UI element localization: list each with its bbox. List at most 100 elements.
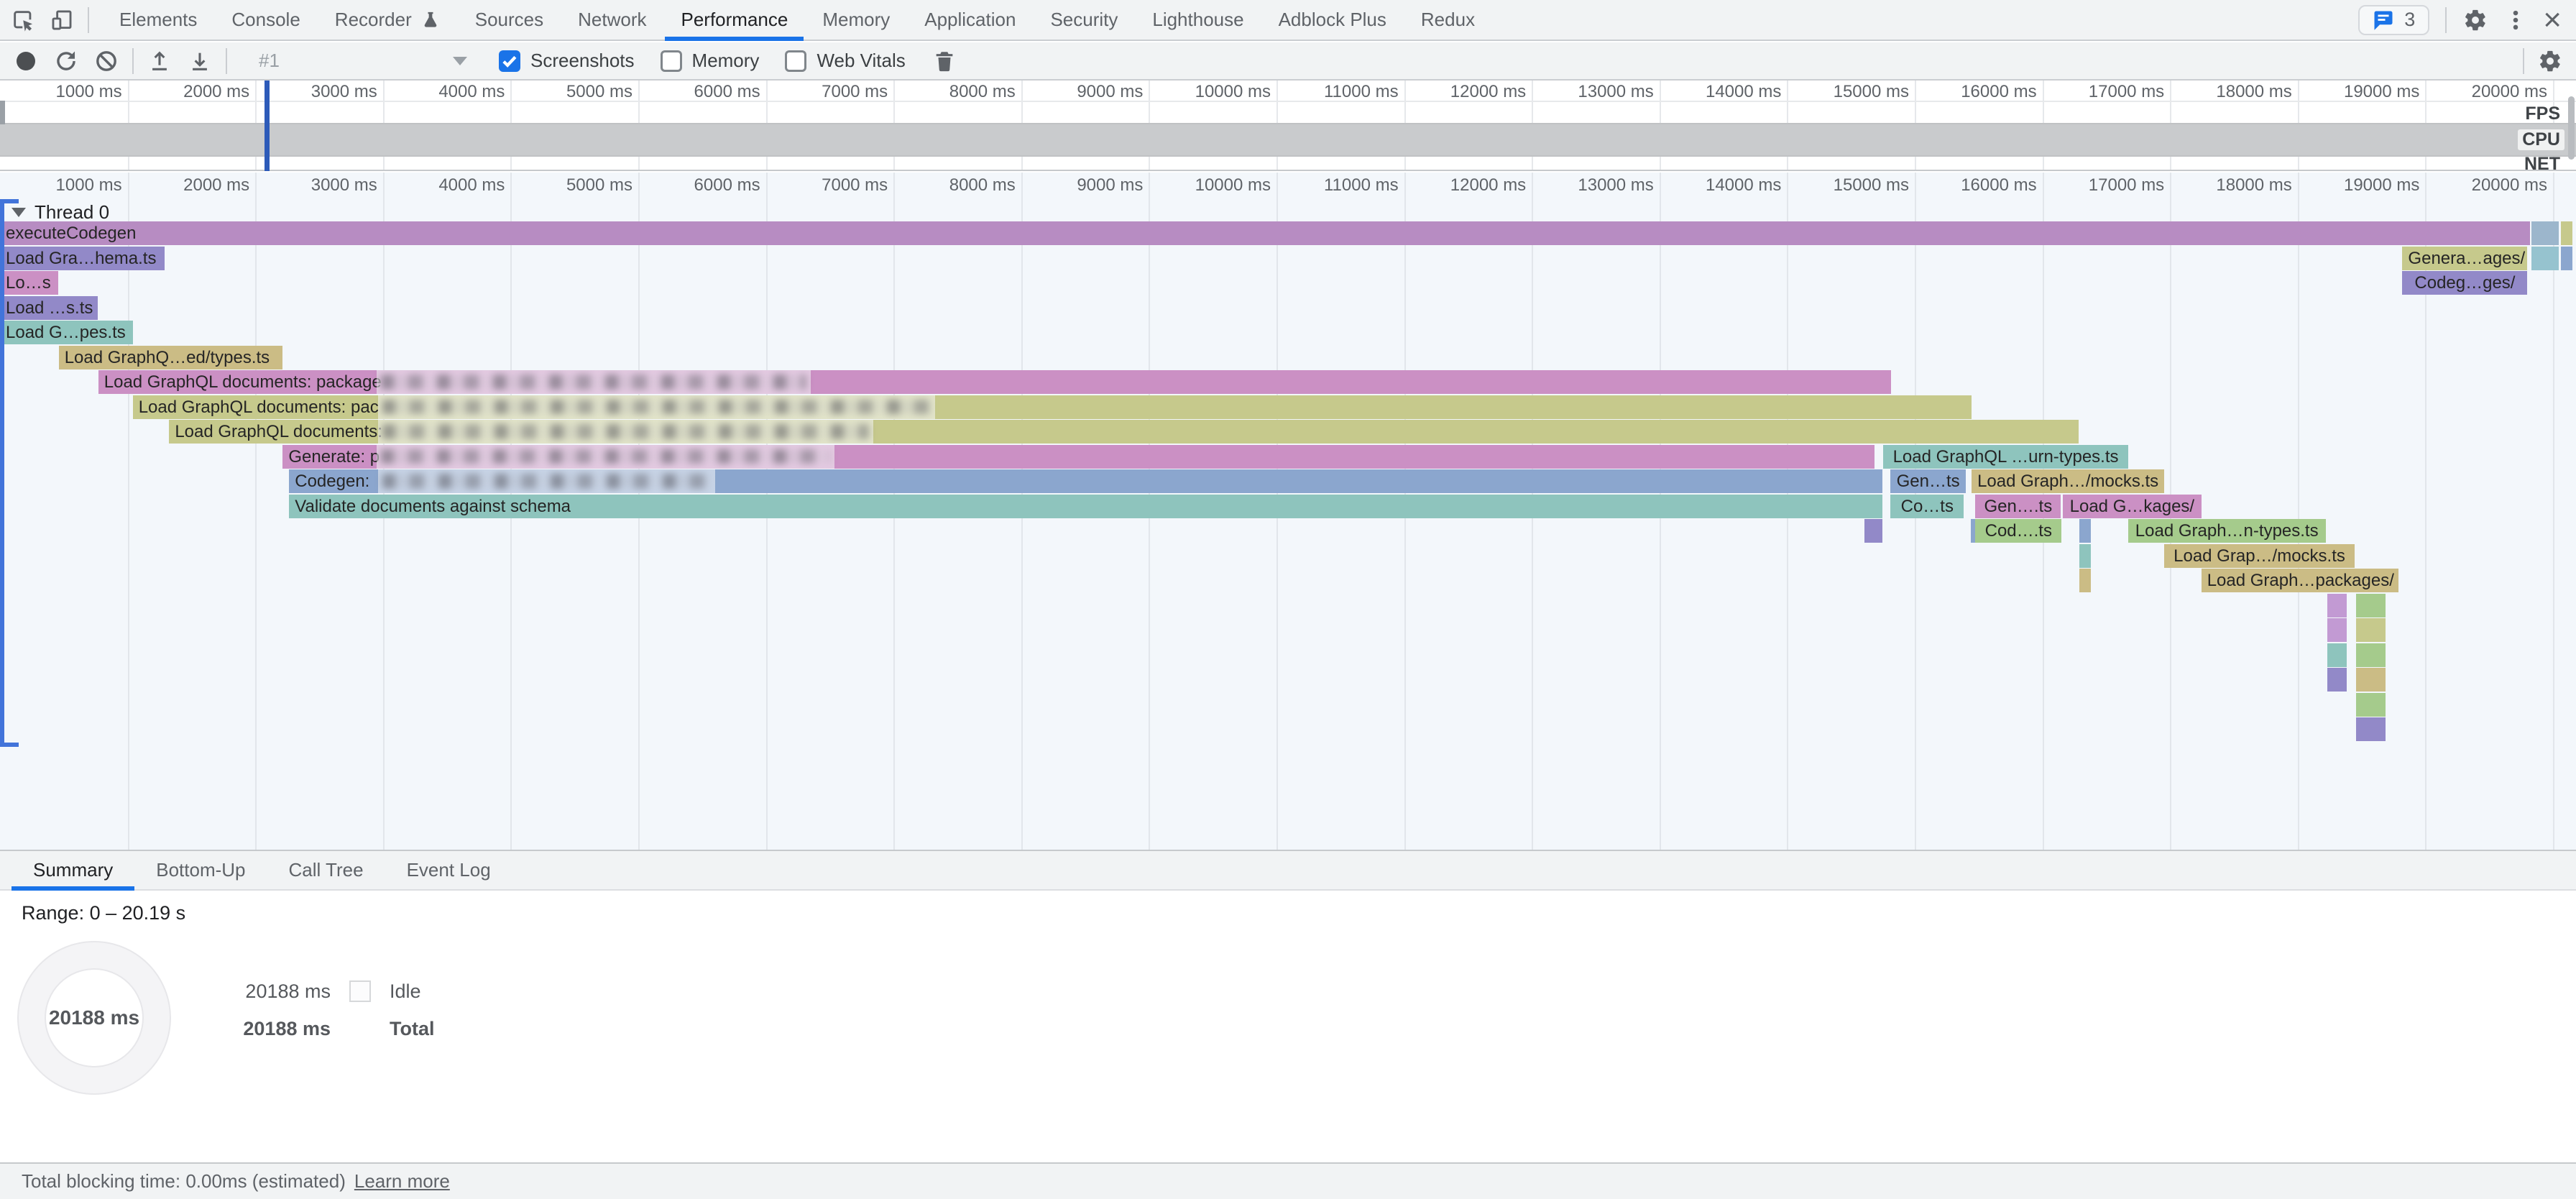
flame-bar[interactable]	[2327, 594, 2347, 617]
tab-application[interactable]: Application	[907, 0, 1033, 40]
flame-bar[interactable]	[2079, 569, 2091, 592]
load-profile-icon[interactable]	[147, 48, 172, 74]
flame-bar-load-grap-mocks-ts[interactable]: Load Grap…/mocks.ts	[2164, 544, 2355, 568]
flame-bar-load-graphql-documents-package[interactable]: Load GraphQL documents: package	[98, 370, 1891, 394]
total-label: Total	[390, 1018, 435, 1040]
toolbar-divider	[2523, 48, 2524, 74]
tab-label: Recorder	[335, 9, 412, 31]
flame-bar-validate-documents-against-schema[interactable]: Validate documents against schema	[289, 495, 1882, 518]
detail-tab-bottom-up[interactable]: Bottom-Up	[134, 851, 267, 889]
tab-redux[interactable]: Redux	[1404, 0, 1492, 40]
tab-label: Elements	[119, 9, 197, 31]
flame-bar-co-ts[interactable]: Co…ts	[1890, 495, 1964, 518]
devtools-window: Elements Console Recorder Sources Network Per…	[0, 0, 2576, 1199]
reload-and-record-icon[interactable]	[53, 48, 79, 74]
overview-scrollbar-thumb[interactable]	[2568, 96, 2575, 160]
device-toolbar-icon[interactable]	[49, 7, 75, 33]
close-devtools-icon[interactable]: ×	[2543, 7, 2562, 33]
inspect-element-icon[interactable]	[10, 7, 36, 33]
flame-bar-load-graphq-ed-types-ts[interactable]: Load GraphQ…ed/types.ts	[59, 346, 282, 369]
flame-bar-load-graphql-documents-pac[interactable]: Load GraphQL documents: pac	[133, 395, 1972, 419]
timeline-overview[interactable]: 1000 ms2000 ms3000 ms4000 ms5000 ms6000 …	[0, 81, 2576, 173]
issues-button[interactable]: 3	[2358, 5, 2429, 35]
tab-label: Memory	[822, 9, 890, 31]
flame-bar-genera-ages[interactable]: Genera…ages/	[2402, 247, 2527, 270]
flame-bar[interactable]	[2079, 519, 2091, 543]
save-profile-icon[interactable]	[187, 48, 213, 74]
tab-memory[interactable]: Memory	[805, 0, 907, 40]
flame-bar[interactable]	[2079, 544, 2091, 568]
flame-bar[interactable]	[2531, 221, 2559, 245]
redacted-text	[378, 469, 715, 493]
detail-tab-summary[interactable]: Summary	[12, 851, 134, 889]
flame-bar[interactable]	[1864, 519, 1882, 543]
tab-recorder[interactable]: Recorder	[318, 0, 458, 40]
flame-bar[interactable]	[2356, 594, 2386, 617]
tab-security[interactable]: Security	[1033, 0, 1135, 40]
flame-bar-gen-ts[interactable]: Gen…ts	[1890, 469, 1966, 493]
screenshots-checkbox[interactable]	[499, 50, 520, 72]
overview-window-left-handle[interactable]	[0, 101, 5, 124]
flame-bar-load-g-pes-ts[interactable]: Load G…pes.ts	[0, 321, 133, 344]
status-bar: Total blocking time: 0.00ms (estimated) …	[0, 1162, 2576, 1199]
flame-bar[interactable]	[2356, 618, 2386, 642]
more-options-icon[interactable]	[2503, 7, 2529, 33]
flame-bar-load-graph-mocks-ts[interactable]: Load Graph…/mocks.ts	[1972, 469, 2164, 493]
summary-donut-chart: 20188 ms	[17, 941, 171, 1095]
tab-lighthouse[interactable]: Lighthouse	[1135, 0, 1261, 40]
web-vitals-checkbox[interactable]	[785, 50, 806, 72]
checkbox-web-vitals[interactable]: Web Vitals	[785, 50, 905, 72]
flame-bar[interactable]	[2531, 247, 2559, 270]
tab-sources[interactable]: Sources	[458, 0, 561, 40]
flame-bar[interactable]	[2327, 668, 2347, 692]
flame-bar-load-graphql-documents[interactable]: Load GraphQL documents:	[169, 420, 2079, 444]
flame-bar-load-graphql-urn-types-ts[interactable]: Load GraphQL …urn-types.ts	[1883, 445, 2129, 469]
checkbox-memory[interactable]: Memory	[661, 50, 760, 72]
learn-more-link[interactable]: Learn more	[354, 1170, 450, 1193]
memory-checkbox[interactable]	[661, 50, 682, 72]
idle-label: Idle	[390, 980, 421, 1003]
flame-bar-load-s-ts[interactable]: Load …s.ts	[0, 296, 98, 320]
flame-bar-load-graph-n-types-ts[interactable]: Load Graph…n-types.ts	[2128, 519, 2326, 543]
flame-bar[interactable]	[2327, 643, 2347, 667]
detail-tab-event-log[interactable]: Event Log	[385, 851, 512, 889]
tab-performance[interactable]: Performance	[663, 0, 805, 40]
clear-recording-icon[interactable]	[93, 48, 119, 74]
flame-bar[interactable]	[2561, 247, 2572, 270]
flame-bar-executecodegen[interactable]: executeCodegen	[0, 221, 2530, 245]
capture-settings-gear-icon[interactable]	[2537, 48, 2563, 74]
tab-label: Console	[231, 9, 300, 31]
fps-lane-label: FPS	[2521, 104, 2564, 124]
flame-bar-cod-ts[interactable]: Cod….ts	[1975, 519, 2061, 543]
flame-bar-lo-s[interactable]: Lo…s	[0, 271, 58, 295]
flame-bar-load-g-kages[interactable]: Load G…kages/	[2063, 495, 2202, 518]
tab-console[interactable]: Console	[214, 0, 317, 40]
flame-bar-codegen[interactable]: Codegen:	[289, 469, 1882, 493]
tab-label: Network	[578, 9, 646, 31]
flame-bar[interactable]	[2356, 668, 2386, 692]
flame-chart[interactable]: 1000 ms2000 ms3000 ms4000 ms5000 ms6000 …	[0, 173, 2576, 850]
flame-bar-load-graph-packages[interactable]: Load Graph…packages/	[2202, 569, 2398, 592]
settings-gear-icon[interactable]	[2462, 7, 2488, 33]
checkbox-screenshots[interactable]: Screenshots	[499, 50, 635, 72]
tab-network[interactable]: Network	[561, 0, 663, 40]
flame-bar-codeg-ges[interactable]: Codeg…ges/	[2402, 271, 2527, 295]
garbage-collect-icon[interactable]	[932, 48, 957, 74]
flame-bar[interactable]	[2356, 693, 2386, 717]
overview-cursor-line[interactable]	[264, 81, 270, 171]
collapse-triangle-icon	[12, 208, 26, 217]
flame-bar[interactable]	[2356, 717, 2386, 741]
tab-adblock-plus[interactable]: Adblock Plus	[1261, 0, 1404, 40]
flame-bar-gen-ts[interactable]: Gen….ts	[1975, 495, 2061, 518]
detail-tab-call-tree[interactable]: Call Tree	[267, 851, 385, 889]
tab-elements[interactable]: Elements	[102, 0, 214, 40]
record-button[interactable]	[13, 48, 39, 74]
flame-bar[interactable]	[2356, 643, 2386, 667]
profile-history-select[interactable]: #1	[240, 45, 477, 77]
grid-line	[2553, 173, 2554, 850]
flame-bar[interactable]	[2327, 618, 2347, 642]
flame-bar-generate-p[interactable]: Generate: p	[282, 445, 1874, 469]
flame-bar-load-gra-hema-ts[interactable]: Load Gra…hema.ts	[0, 247, 165, 270]
thread-header[interactable]: Thread 0	[12, 201, 109, 224]
flame-bar[interactable]	[2561, 221, 2572, 245]
